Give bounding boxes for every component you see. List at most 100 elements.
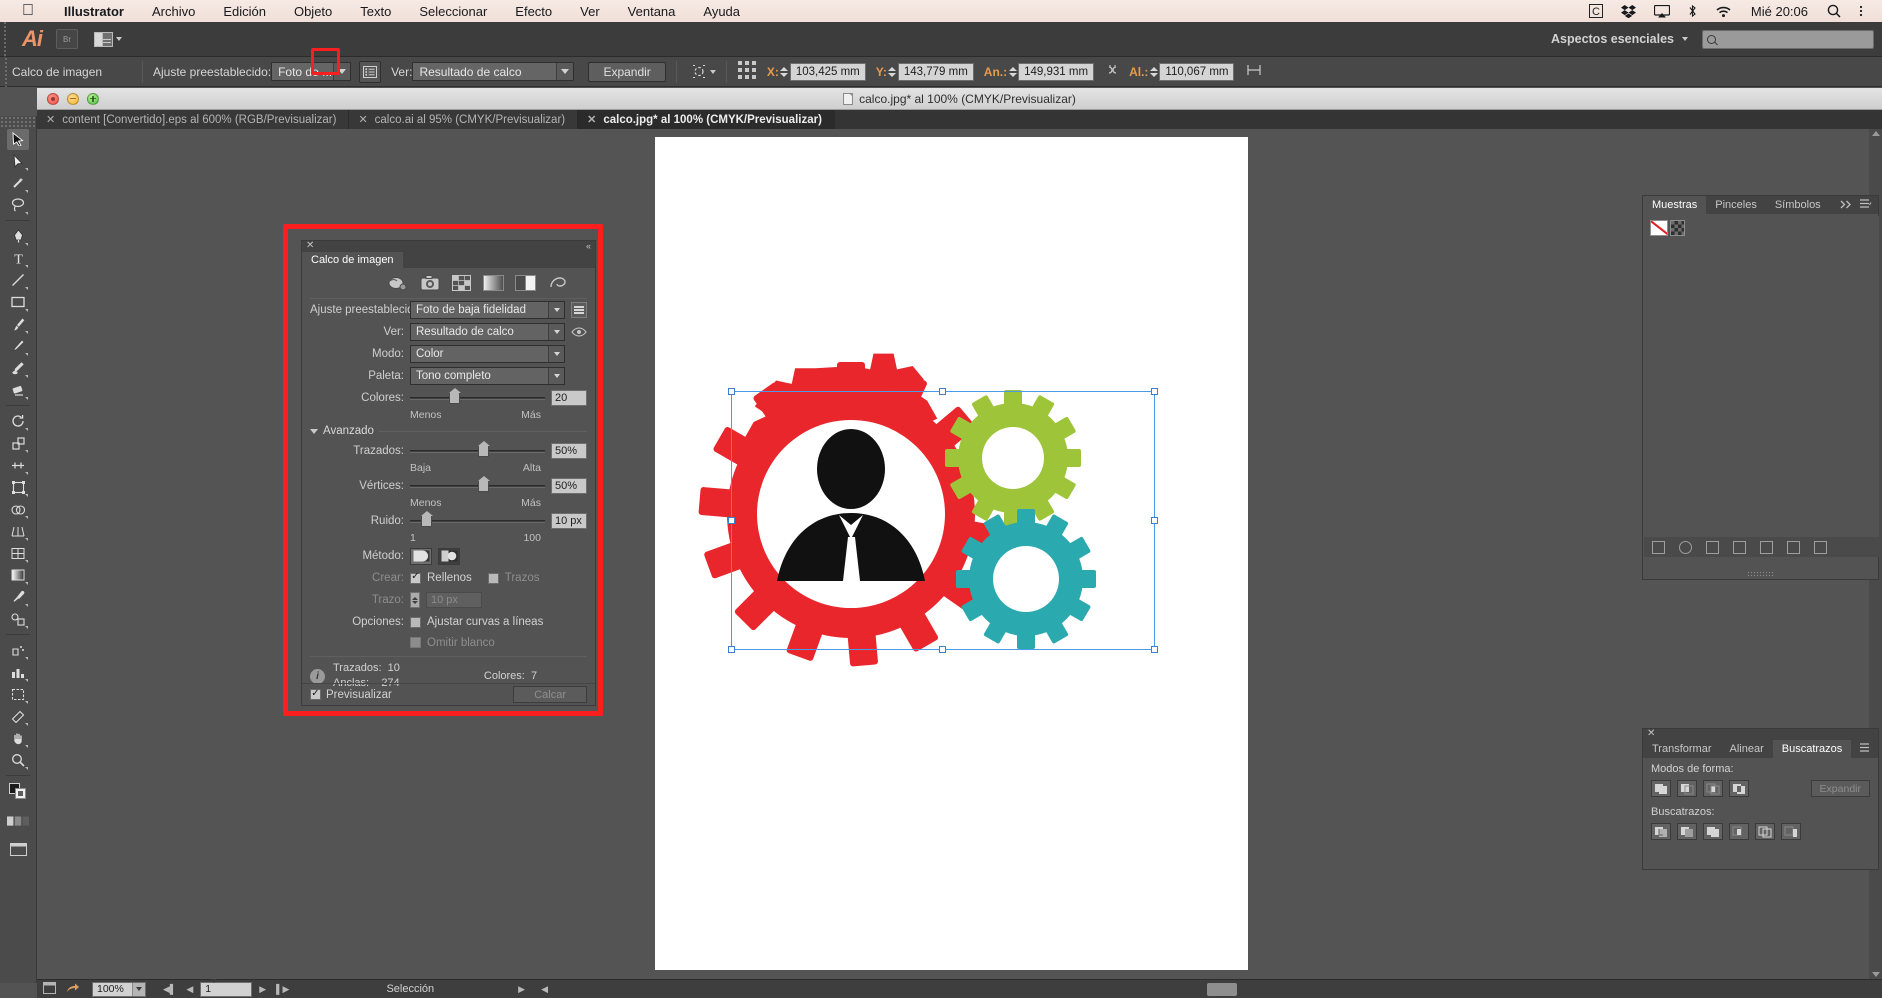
- close-icon[interactable]: ✕: [358, 113, 367, 126]
- menu-objeto[interactable]: Objeto: [280, 4, 346, 19]
- close-icon[interactable]: ✕: [1647, 728, 1655, 739]
- scroll-up-icon[interactable]: [1872, 131, 1880, 136]
- fill-stroke-swatches[interactable]: [7, 781, 29, 802]
- menu-seleccionar[interactable]: Seleccionar: [405, 4, 501, 19]
- slider-knob[interactable]: [478, 480, 489, 492]
- rectangle-tool[interactable]: [7, 292, 29, 313]
- width-field[interactable]: 149,931 mm: [1018, 63, 1094, 81]
- x-stepper[interactable]: [779, 63, 790, 81]
- preset-dropdown[interactable]: Foto de ...: [271, 62, 351, 81]
- selection-handle-bc[interactable]: [939, 646, 946, 653]
- outline-icon[interactable]: [547, 274, 568, 292]
- paths-value-field[interactable]: 50%: [551, 443, 587, 459]
- share-icon[interactable]: [66, 982, 80, 997]
- height-stepper[interactable]: [1148, 63, 1159, 81]
- panel-menu-icon[interactable]: [1860, 740, 1878, 758]
- expand-panels-icon[interactable]: [1840, 196, 1852, 214]
- high-color-icon[interactable]: [419, 274, 440, 292]
- panel-drag-bar[interactable]: ✕ «: [302, 241, 595, 252]
- corners-value-field[interactable]: 50%: [551, 478, 587, 494]
- bluetooth-icon[interactable]: [1688, 4, 1697, 18]
- close-icon[interactable]: ✕: [46, 113, 55, 126]
- tab-transformar[interactable]: Transformar: [1643, 740, 1721, 758]
- tab-calco-de-imagen[interactable]: Calco de imagen: [302, 252, 403, 268]
- preset-menu-icon[interactable]: [359, 61, 381, 83]
- wifi-icon[interactable]: [1715, 5, 1732, 18]
- selection-tool[interactable]: [7, 129, 29, 150]
- y-field[interactable]: 143,779 mm: [898, 63, 974, 81]
- apple-icon[interactable]: : [22, 3, 34, 19]
- minus-back-icon[interactable]: [1781, 823, 1801, 840]
- pencil-tool[interactable]: [7, 336, 29, 357]
- screen-mode-icon[interactable]: [43, 982, 56, 997]
- corners-slider[interactable]: [410, 477, 545, 495]
- workspace-switcher[interactable]: Aspectos esenciales: [1551, 32, 1682, 46]
- selection-bounding-box[interactable]: [731, 391, 1155, 650]
- copy-c-icon[interactable]: C: [1589, 4, 1603, 18]
- crop-icon[interactable]: [1729, 823, 1749, 840]
- artboard-tool[interactable]: [7, 684, 29, 705]
- isolate-selection-button[interactable]: [691, 64, 716, 79]
- low-color-icon[interactable]: [451, 274, 472, 292]
- selection-handle-br[interactable]: [1151, 646, 1158, 653]
- link-swatch-icon[interactable]: [1679, 541, 1692, 554]
- width-stepper[interactable]: [1007, 63, 1018, 81]
- snap-curves-checkbox[interactable]: [410, 617, 421, 628]
- tab-alinear[interactable]: Alinear: [1721, 740, 1773, 758]
- airplay-icon[interactable]: [1654, 5, 1670, 18]
- selection-handle-tl[interactable]: [728, 388, 735, 395]
- trim-icon[interactable]: [1677, 823, 1697, 840]
- prev-page-icon[interactable]: ◀: [183, 984, 196, 995]
- exclude-icon[interactable]: [1729, 780, 1749, 797]
- menu-texto[interactable]: Texto: [346, 4, 405, 19]
- menu-ayuda[interactable]: Ayuda: [689, 4, 754, 19]
- free-transform-tool[interactable]: [7, 477, 29, 498]
- black-white-icon[interactable]: [515, 274, 536, 292]
- line-segment-tool[interactable]: [7, 270, 29, 291]
- slider-knob[interactable]: [478, 445, 489, 457]
- paths-slider[interactable]: [410, 442, 545, 460]
- minus-front-icon[interactable]: [1677, 780, 1697, 797]
- gradient-tool[interactable]: [7, 565, 29, 586]
- shape-builder-tool[interactable]: [7, 499, 29, 520]
- close-icon[interactable]: ✕: [306, 240, 314, 251]
- noise-slider[interactable]: [410, 512, 545, 530]
- menu-archivo[interactable]: Archivo: [138, 4, 209, 19]
- tab-muestras[interactable]: Muestras: [1643, 196, 1706, 214]
- rotate-tool[interactable]: [7, 411, 29, 432]
- auto-color-icon[interactable]: [387, 274, 408, 292]
- next-page-icon[interactable]: ▶: [256, 984, 269, 995]
- tab-pinceles[interactable]: Pinceles: [1706, 196, 1766, 214]
- document-tab-calco-jpg[interactable]: ✕ calco.jpg* al 100% (CMYK/Previsualizar…: [578, 110, 835, 129]
- eye-preview-icon[interactable]: [571, 325, 587, 339]
- lasso-tool[interactable]: [7, 195, 29, 216]
- status-menu-icon[interactable]: ▶: [518, 984, 525, 995]
- overlapping-method-icon[interactable]: [438, 548, 460, 565]
- close-icon[interactable]: ✕: [587, 113, 596, 126]
- noise-value-field[interactable]: 10 px: [551, 513, 587, 529]
- outline-pf-icon[interactable]: [1755, 823, 1775, 840]
- column-graph-tool[interactable]: [7, 662, 29, 683]
- perspective-grid-tool[interactable]: [7, 521, 29, 542]
- menu-efecto[interactable]: Efecto: [501, 4, 566, 19]
- menu-ventana[interactable]: Ventana: [614, 4, 690, 19]
- slider-knob[interactable]: [449, 392, 460, 404]
- merge-icon[interactable]: [1703, 823, 1723, 840]
- view-dropdown[interactable]: Resultado de calco: [412, 62, 574, 81]
- paintbrush-tool[interactable]: [7, 314, 29, 335]
- chevron-down-icon[interactable]: [1682, 37, 1688, 41]
- pathfinder-drag-bar[interactable]: ✕: [1643, 729, 1878, 740]
- document-tab-content-eps[interactable]: ✕ content [Convertido].eps al 600% (RGB/…: [37, 110, 349, 129]
- scroll-left-icon[interactable]: ◀: [541, 984, 548, 995]
- hand-tool[interactable]: [7, 728, 29, 749]
- symbol-sprayer-tool[interactable]: [7, 640, 29, 661]
- advanced-section-header[interactable]: Avanzado: [302, 422, 595, 440]
- menu-ver[interactable]: Ver: [566, 4, 614, 19]
- slider-knob[interactable]: [421, 515, 432, 527]
- tab-simbolos[interactable]: Símbolos: [1766, 196, 1830, 214]
- magic-wand-tool[interactable]: [7, 173, 29, 194]
- y-stepper[interactable]: [887, 63, 898, 81]
- collapse-panel-icon[interactable]: «: [586, 241, 590, 251]
- expand-button[interactable]: Expandir: [588, 62, 665, 82]
- selection-handle-tc[interactable]: [939, 388, 946, 395]
